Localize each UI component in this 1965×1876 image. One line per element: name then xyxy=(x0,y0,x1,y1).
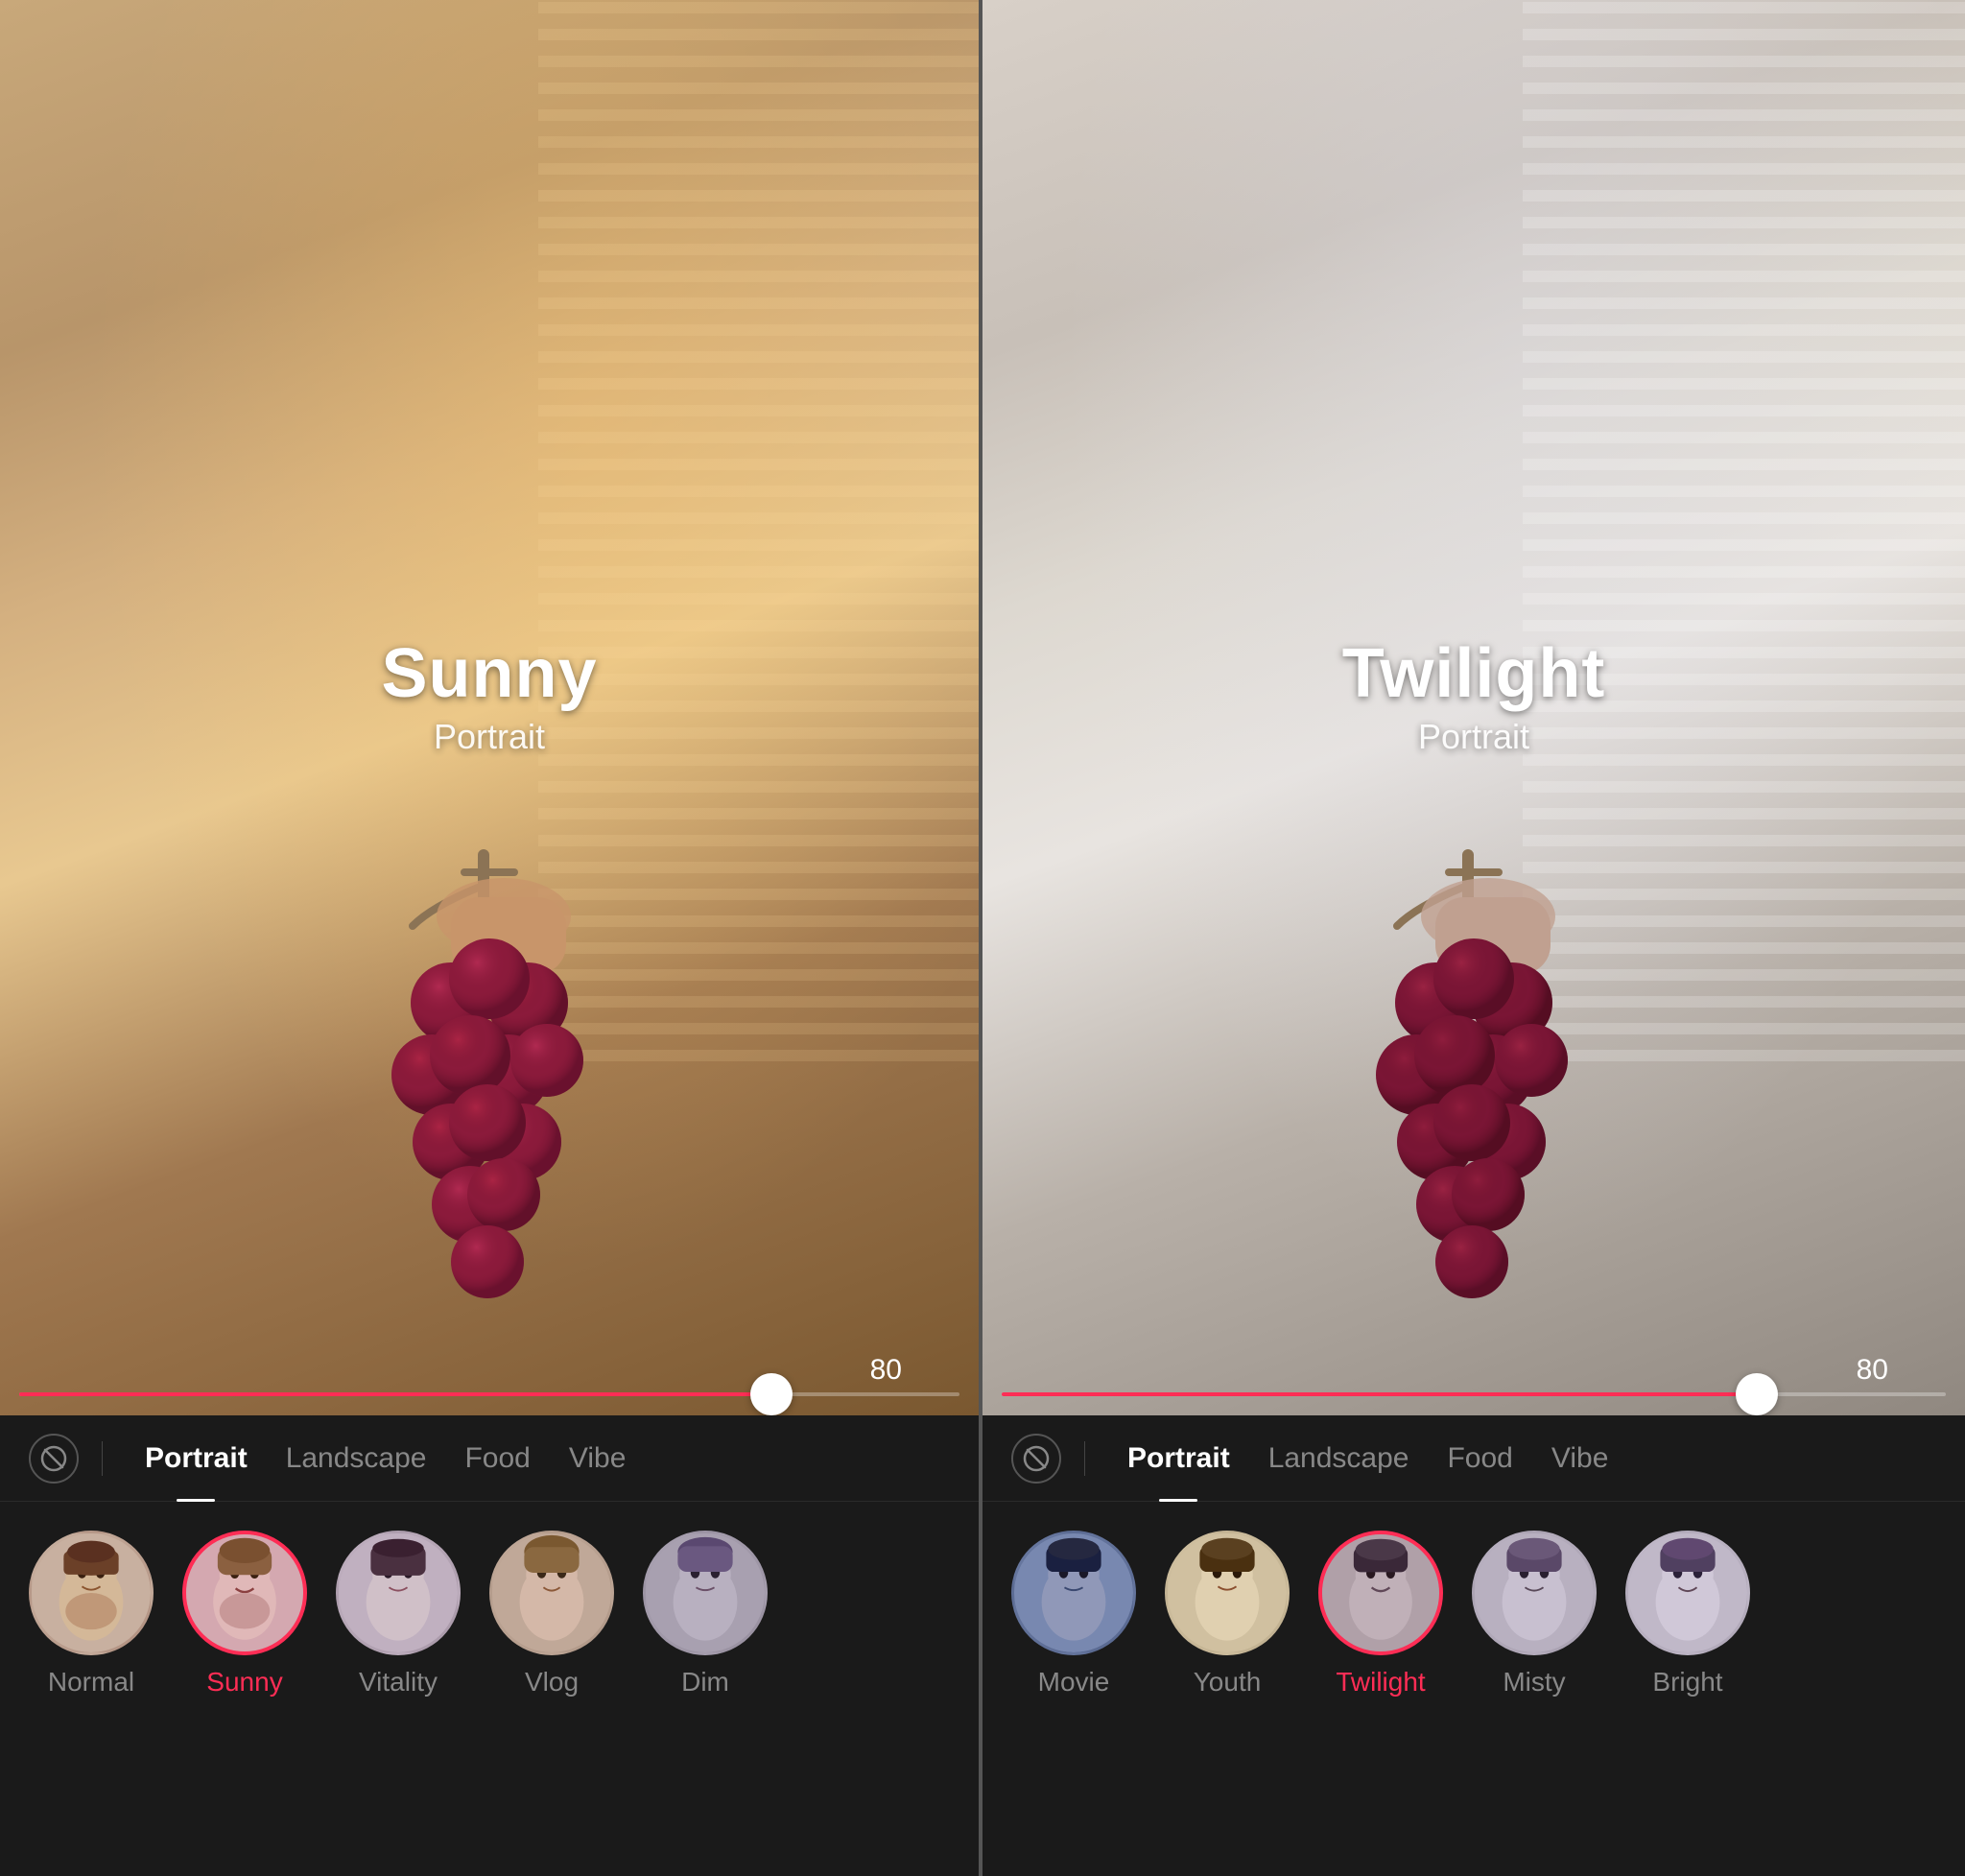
left-grapes-image xyxy=(336,840,643,1339)
right-tabs: Portrait Landscape Food Vibe xyxy=(1108,1435,1936,1483)
right-filter-label-movie: Movie xyxy=(1038,1667,1110,1698)
left-filter-item-dim[interactable]: Dim xyxy=(633,1531,777,1698)
right-slider-track[interactable] xyxy=(1002,1392,1946,1396)
left-filter-label-dim: Dim xyxy=(681,1667,729,1698)
left-photo-area: Sunny Portrait 80 xyxy=(0,0,979,1415)
right-bottom-controls: Portrait Landscape Food Vibe xyxy=(982,1415,1965,1876)
left-filter-overlay: Sunny Portrait xyxy=(381,634,597,757)
left-filter-item-sunny[interactable]: Sunny xyxy=(173,1531,317,1698)
right-filter-name: Twilight xyxy=(1342,634,1606,713)
right-face-youth xyxy=(1168,1533,1287,1652)
left-slider-area: 80 xyxy=(19,1392,959,1396)
left-tab-bar: Portrait Landscape Food Vibe xyxy=(0,1415,979,1502)
right-tab-landscape[interactable]: Landscape xyxy=(1249,1435,1429,1483)
left-filter-item-vlog[interactable]: Vlog xyxy=(480,1531,624,1698)
right-filter-item-youth[interactable]: Youth xyxy=(1155,1531,1299,1698)
right-filter-item-bright[interactable]: Bright xyxy=(1616,1531,1760,1698)
right-slider-value: 80 xyxy=(1857,1354,1888,1387)
left-tab-divider xyxy=(102,1441,103,1476)
right-slider-thumb[interactable] xyxy=(1736,1373,1778,1415)
left-slider-fill xyxy=(19,1392,771,1396)
right-filter-label-twilight: Twilight xyxy=(1336,1667,1425,1698)
right-filter-label-youth: Youth xyxy=(1194,1667,1262,1698)
right-tab-divider xyxy=(1084,1441,1085,1476)
right-filter-overlay: Twilight Portrait xyxy=(1342,634,1606,757)
right-photo-area: Twilight Portrait 80 xyxy=(982,0,1965,1415)
right-filter-item-misty[interactable]: Misty xyxy=(1462,1531,1606,1698)
right-filter-label-misty: Misty xyxy=(1503,1667,1565,1698)
no-filter-icon xyxy=(40,1445,67,1472)
right-tab-vibe[interactable]: Vibe xyxy=(1532,1435,1628,1483)
left-filter-subtitle: Portrait xyxy=(381,717,597,757)
right-tab-portrait[interactable]: Portrait xyxy=(1108,1435,1249,1483)
right-avatar-bright xyxy=(1625,1531,1750,1655)
right-no-filter-icon xyxy=(1023,1445,1050,1472)
right-filters-row: Movie Youth xyxy=(982,1502,1965,1876)
left-filter-item-normal[interactable]: Normal xyxy=(19,1531,163,1698)
right-face-bright xyxy=(1628,1533,1747,1652)
left-avatar-sunny xyxy=(182,1531,307,1655)
left-slider-value: 80 xyxy=(870,1354,902,1387)
left-filter-item-vitality[interactable]: Vitality xyxy=(326,1531,470,1698)
left-no-filter-button[interactable] xyxy=(29,1434,79,1484)
right-filter-subtitle: Portrait xyxy=(1342,717,1606,757)
right-avatar-misty xyxy=(1472,1531,1597,1655)
left-avatar-normal xyxy=(29,1531,154,1655)
right-face-misty xyxy=(1475,1533,1594,1652)
right-tab-food[interactable]: Food xyxy=(1428,1435,1531,1483)
left-filter-label-sunny: Sunny xyxy=(206,1667,282,1698)
right-filter-item-movie[interactable]: Movie xyxy=(1002,1531,1146,1698)
right-panel: Twilight Portrait 80 xyxy=(982,0,1965,1876)
right-avatar-twilight xyxy=(1318,1531,1443,1655)
right-face-twilight xyxy=(1322,1534,1439,1651)
left-panel: Sunny Portrait 80 xyxy=(0,0,982,1876)
left-tab-landscape[interactable]: Landscape xyxy=(267,1435,446,1483)
right-filter-item-twilight[interactable]: Twilight xyxy=(1309,1531,1453,1698)
left-face-normal xyxy=(32,1533,151,1652)
left-face-vlog xyxy=(492,1533,611,1652)
right-slider-area: 80 xyxy=(1002,1392,1946,1396)
left-filter-label-normal: Normal xyxy=(48,1667,134,1698)
left-filter-label-vlog: Vlog xyxy=(525,1667,579,1698)
left-tabs: Portrait Landscape Food Vibe xyxy=(126,1435,950,1483)
right-photo-background: Twilight Portrait 80 xyxy=(982,0,1965,1415)
right-grapes-image xyxy=(1320,840,1627,1339)
right-tab-bar: Portrait Landscape Food Vibe xyxy=(982,1415,1965,1502)
left-slider-thumb[interactable] xyxy=(750,1373,793,1415)
left-face-dim xyxy=(646,1533,765,1652)
right-slider-fill xyxy=(1002,1392,1757,1396)
left-slider-track[interactable] xyxy=(19,1392,959,1396)
left-avatar-vlog xyxy=(489,1531,614,1655)
right-face-movie xyxy=(1014,1533,1133,1652)
left-bottom-controls: Portrait Landscape Food Vibe xyxy=(0,1415,979,1876)
left-filters-row: Normal xyxy=(0,1502,979,1876)
right-avatar-movie xyxy=(1011,1531,1136,1655)
left-avatar-vitality xyxy=(336,1531,461,1655)
right-no-filter-button[interactable] xyxy=(1011,1434,1061,1484)
left-photo-background: Sunny Portrait 80 xyxy=(0,0,979,1415)
left-tab-vibe[interactable]: Vibe xyxy=(550,1435,646,1483)
left-tab-food[interactable]: Food xyxy=(445,1435,549,1483)
left-filter-label-vitality: Vitality xyxy=(359,1667,438,1698)
left-avatar-dim xyxy=(643,1531,768,1655)
left-tab-portrait[interactable]: Portrait xyxy=(126,1435,267,1483)
right-avatar-youth xyxy=(1165,1531,1290,1655)
left-face-vitality xyxy=(339,1533,458,1652)
left-face-sunny xyxy=(186,1534,303,1651)
left-filter-name: Sunny xyxy=(381,634,597,713)
right-filter-label-bright: Bright xyxy=(1652,1667,1722,1698)
